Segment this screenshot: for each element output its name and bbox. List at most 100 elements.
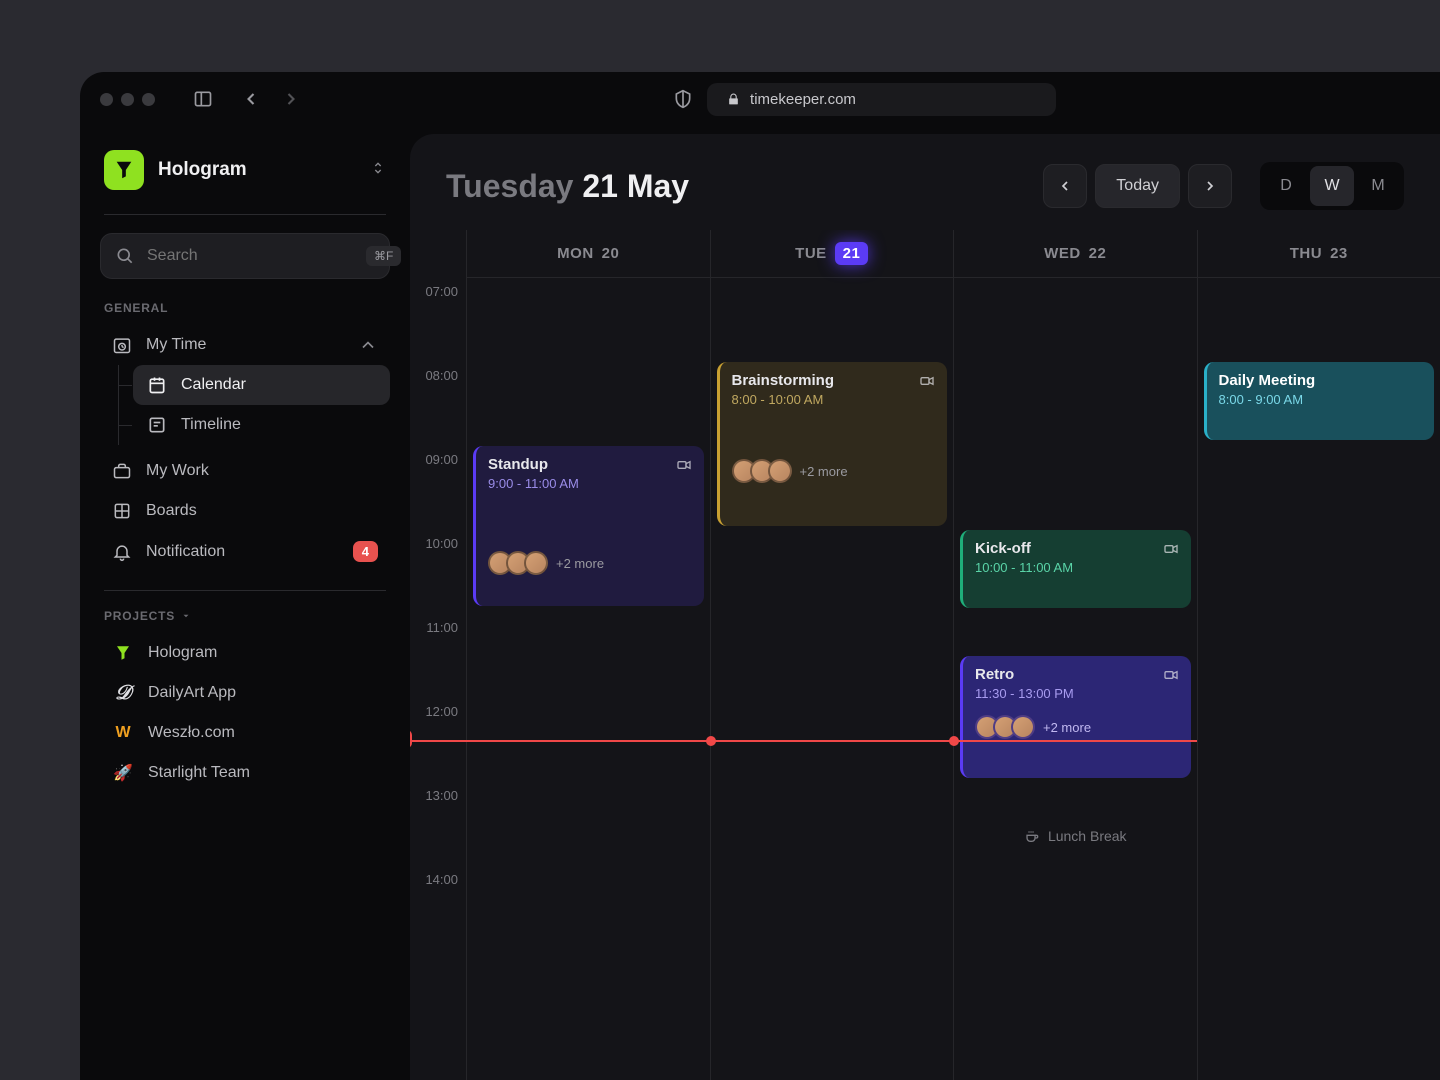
video-icon <box>1163 541 1179 557</box>
view-toggle: D W M <box>1260 162 1404 210</box>
time-label: 14:00 <box>410 872 466 956</box>
nav-notification[interactable]: Notification 4 <box>100 531 390 572</box>
event-brainstorming[interactable]: Brainstorming 8:00 - 10:00 AM +2 more <box>717 362 948 526</box>
time-label: 07:00 <box>410 284 466 368</box>
today-button[interactable]: Today <box>1095 164 1180 208</box>
chevron-right-icon <box>1202 178 1218 194</box>
nav-boards[interactable]: Boards <box>100 491 390 531</box>
time-label: 11:00 <box>410 620 466 704</box>
sidebar: Hologram ⌘F GENERAL My Time Cal <box>80 126 410 1080</box>
next-button[interactable] <box>1188 164 1232 208</box>
project-hologram[interactable]: Hologram <box>100 633 390 673</box>
event-more: +2 more <box>800 464 848 479</box>
calendar-grid: 07:00 08:00 09:00 10:00 11:00 12:00 13:0… <box>410 230 1440 1080</box>
project-name: Hologram <box>148 644 217 662</box>
nav-label: My Time <box>146 336 206 354</box>
project-weszlo[interactable]: W Weszło.com <box>100 713 390 753</box>
briefcase-icon <box>112 461 132 481</box>
time-label: 13:00 <box>410 788 466 872</box>
project-starlight[interactable]: 🚀 Starlight Team <box>100 753 390 793</box>
nav-my-work[interactable]: My Work <box>100 451 390 491</box>
timeline-icon <box>147 415 167 435</box>
nav-label: Notification <box>146 543 225 561</box>
chevron-left-icon <box>1057 178 1073 194</box>
shield-icon[interactable] <box>673 89 693 109</box>
maximize-window-button[interactable] <box>142 93 155 106</box>
day-column-tue[interactable]: TUE 21 Brainstorming 8:00 - 10:00 AM <box>710 230 954 1080</box>
event-title: Brainstorming <box>732 372 835 389</box>
app-window: timekeeper.com Hologram ⌘F GENERAL <box>80 72 1440 1080</box>
day-column-wed[interactable]: WED 22 Kick-off 10:00 - 11:00 AM <box>953 230 1197 1080</box>
event-time: 9:00 - 11:00 AM <box>488 476 692 491</box>
nav-label: Calendar <box>181 376 246 394</box>
nav-calendar[interactable]: Calendar <box>133 365 390 405</box>
event-title: Retro <box>975 666 1014 683</box>
day-header: THU 23 <box>1198 230 1440 278</box>
nav-label: My Work <box>146 462 209 480</box>
view-month-button[interactable]: M <box>1356 166 1400 206</box>
day-header: TUE 21 <box>711 230 954 278</box>
nav-label: Timeline <box>181 416 241 434</box>
grid-icon <box>112 501 132 521</box>
clock-calendar-icon <box>112 335 132 355</box>
event-time: 8:00 - 10:00 AM <box>732 392 936 407</box>
now-time-label: 12:30PM <box>410 730 412 748</box>
divider <box>104 590 386 591</box>
nav-my-time[interactable]: My Time <box>100 325 390 365</box>
event-daily-meeting[interactable]: Daily Meeting 8:00 - 9:00 AM <box>1204 362 1435 440</box>
event-more: +2 more <box>556 556 604 571</box>
now-indicator <box>954 740 1197 742</box>
url-text: timekeeper.com <box>750 91 856 108</box>
time-label: 10:00 <box>410 536 466 620</box>
project-dailyart[interactable]: 𝒟 DailyArt App <box>100 673 390 713</box>
now-indicator: 12:30PM <box>411 740 710 742</box>
project-name: Weszło.com <box>148 724 235 742</box>
calendar-icon <box>147 375 167 395</box>
sidebar-toggle-icon[interactable] <box>193 89 213 109</box>
workspace-logo <box>104 150 144 190</box>
avatar <box>1011 715 1035 739</box>
event-kickoff[interactable]: Kick-off 10:00 - 11:00 AM <box>960 530 1191 608</box>
video-icon <box>676 457 692 473</box>
section-projects-label[interactable]: PROJECTS <box>100 609 390 623</box>
time-label: 12:00 <box>410 704 466 788</box>
search-input[interactable] <box>147 247 354 265</box>
workspace-switcher[interactable]: Hologram <box>100 150 390 190</box>
bell-icon <box>112 542 132 562</box>
event-standup[interactable]: Standup 9:00 - 11:00 AM +2 more <box>473 446 704 606</box>
video-icon <box>919 373 935 389</box>
event-time: 10:00 - 11:00 AM <box>975 560 1179 575</box>
day-column-thu[interactable]: THU 23 Daily Meeting 8:00 - 9:00 AM <box>1197 230 1440 1080</box>
day-column-mon[interactable]: MON 20 Standup 9:00 - 11:00 AM <box>466 230 710 1080</box>
now-indicator <box>711 740 954 742</box>
page-title: Tuesday 21 May <box>446 168 689 205</box>
caret-down-icon <box>181 611 191 621</box>
time-label: 08:00 <box>410 368 466 452</box>
workspace-name: Hologram <box>158 159 356 181</box>
date-text: 21 May <box>582 168 689 204</box>
url-bar[interactable]: timekeeper.com <box>707 83 1056 116</box>
view-week-button[interactable]: W <box>1310 166 1354 206</box>
browser-back-button[interactable] <box>241 89 261 109</box>
divider <box>104 214 386 215</box>
event-retro[interactable]: Retro 11:30 - 13:00 PM +2 more <box>960 656 1191 778</box>
event-title: Kick-off <box>975 540 1031 557</box>
selector-icon <box>370 160 386 181</box>
time-column: 07:00 08:00 09:00 10:00 11:00 12:00 13:0… <box>410 230 466 1080</box>
search-box[interactable]: ⌘F <box>100 233 390 279</box>
browser-forward-button[interactable] <box>281 89 301 109</box>
event-title: Daily Meeting <box>1219 372 1316 389</box>
project-name: DailyArt App <box>148 684 236 702</box>
minimize-window-button[interactable] <box>121 93 134 106</box>
nav-label: Boards <box>146 502 197 520</box>
view-day-button[interactable]: D <box>1264 166 1308 206</box>
section-general-label: GENERAL <box>100 301 390 315</box>
prev-button[interactable] <box>1043 164 1087 208</box>
project-icon: 𝒟 <box>112 682 134 704</box>
nav-timeline[interactable]: Timeline <box>133 405 390 445</box>
search-shortcut: ⌘F <box>366 246 401 266</box>
main-content: Tuesday 21 May Today D W M <box>410 134 1440 1080</box>
day-header: WED 22 <box>954 230 1197 278</box>
close-window-button[interactable] <box>100 93 113 106</box>
event-time: 8:00 - 9:00 AM <box>1219 392 1423 407</box>
